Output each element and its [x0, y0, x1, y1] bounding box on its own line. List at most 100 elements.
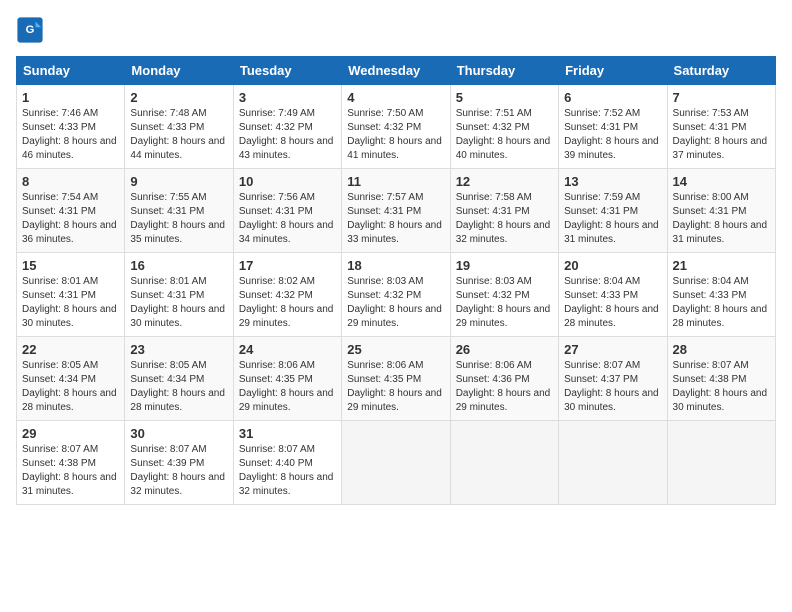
calendar-cell: 8 Sunrise: 7:54 AMSunset: 4:31 PMDayligh…: [17, 169, 125, 253]
day-info: Sunrise: 7:58 AMSunset: 4:31 PMDaylight:…: [456, 191, 553, 247]
day-number: 4: [347, 90, 444, 105]
calendar-cell: 26 Sunrise: 8:06 AMSunset: 4:36 PMDaylig…: [450, 337, 558, 421]
weekday-header-friday: Friday: [559, 57, 667, 85]
calendar-header-row: SundayMondayTuesdayWednesdayThursdayFrid…: [17, 57, 776, 85]
calendar-cell: 6 Sunrise: 7:52 AMSunset: 4:31 PMDayligh…: [559, 85, 667, 169]
day-number: 28: [673, 342, 770, 357]
calendar-cell: 23 Sunrise: 8:05 AMSunset: 4:34 PMDaylig…: [125, 337, 233, 421]
day-number: 27: [564, 342, 661, 357]
calendar-cell: 28 Sunrise: 8:07 AMSunset: 4:38 PMDaylig…: [667, 337, 775, 421]
day-number: 10: [239, 174, 336, 189]
day-info: Sunrise: 8:07 AMSunset: 4:39 PMDaylight:…: [130, 443, 227, 499]
calendar-cell: 15 Sunrise: 8:01 AMSunset: 4:31 PMDaylig…: [17, 253, 125, 337]
day-number: 29: [22, 426, 119, 441]
day-info: Sunrise: 8:04 AMSunset: 4:33 PMDaylight:…: [673, 275, 770, 331]
logo: G: [16, 16, 48, 44]
day-number: 18: [347, 258, 444, 273]
day-number: 25: [347, 342, 444, 357]
day-info: Sunrise: 8:04 AMSunset: 4:33 PMDaylight:…: [564, 275, 661, 331]
calendar-cell: 18 Sunrise: 8:03 AMSunset: 4:32 PMDaylig…: [342, 253, 450, 337]
calendar-cell: [342, 421, 450, 505]
logo-icon: G: [16, 16, 44, 44]
day-number: 9: [130, 174, 227, 189]
calendar-cell: 2 Sunrise: 7:48 AMSunset: 4:33 PMDayligh…: [125, 85, 233, 169]
day-number: 20: [564, 258, 661, 273]
day-info: Sunrise: 7:57 AMSunset: 4:31 PMDaylight:…: [347, 191, 444, 247]
day-number: 24: [239, 342, 336, 357]
day-number: 16: [130, 258, 227, 273]
day-number: 14: [673, 174, 770, 189]
day-number: 13: [564, 174, 661, 189]
day-info: Sunrise: 8:06 AMSunset: 4:35 PMDaylight:…: [239, 359, 336, 415]
day-info: Sunrise: 7:55 AMSunset: 4:31 PMDaylight:…: [130, 191, 227, 247]
day-number: 7: [673, 90, 770, 105]
calendar-week-row: 15 Sunrise: 8:01 AMSunset: 4:31 PMDaylig…: [17, 253, 776, 337]
day-info: Sunrise: 8:05 AMSunset: 4:34 PMDaylight:…: [22, 359, 119, 415]
page-header: G: [16, 16, 776, 44]
weekday-header-monday: Monday: [125, 57, 233, 85]
day-info: Sunrise: 8:03 AMSunset: 4:32 PMDaylight:…: [456, 275, 553, 331]
calendar-cell: 13 Sunrise: 7:59 AMSunset: 4:31 PMDaylig…: [559, 169, 667, 253]
calendar-cell: 1 Sunrise: 7:46 AMSunset: 4:33 PMDayligh…: [17, 85, 125, 169]
day-number: 12: [456, 174, 553, 189]
weekday-header-tuesday: Tuesday: [233, 57, 341, 85]
calendar-cell: 20 Sunrise: 8:04 AMSunset: 4:33 PMDaylig…: [559, 253, 667, 337]
calendar-cell: 25 Sunrise: 8:06 AMSunset: 4:35 PMDaylig…: [342, 337, 450, 421]
day-info: Sunrise: 7:56 AMSunset: 4:31 PMDaylight:…: [239, 191, 336, 247]
calendar-cell: 11 Sunrise: 7:57 AMSunset: 4:31 PMDaylig…: [342, 169, 450, 253]
calendar-cell: 12 Sunrise: 7:58 AMSunset: 4:31 PMDaylig…: [450, 169, 558, 253]
calendar-cell: 17 Sunrise: 8:02 AMSunset: 4:32 PMDaylig…: [233, 253, 341, 337]
day-number: 31: [239, 426, 336, 441]
day-info: Sunrise: 7:52 AMSunset: 4:31 PMDaylight:…: [564, 107, 661, 163]
day-number: 26: [456, 342, 553, 357]
day-info: Sunrise: 7:46 AMSunset: 4:33 PMDaylight:…: [22, 107, 119, 163]
day-info: Sunrise: 8:06 AMSunset: 4:36 PMDaylight:…: [456, 359, 553, 415]
weekday-header-thursday: Thursday: [450, 57, 558, 85]
calendar-cell: 5 Sunrise: 7:51 AMSunset: 4:32 PMDayligh…: [450, 85, 558, 169]
calendar-cell: 3 Sunrise: 7:49 AMSunset: 4:32 PMDayligh…: [233, 85, 341, 169]
calendar-cell: 16 Sunrise: 8:01 AMSunset: 4:31 PMDaylig…: [125, 253, 233, 337]
day-info: Sunrise: 8:02 AMSunset: 4:32 PMDaylight:…: [239, 275, 336, 331]
day-number: 23: [130, 342, 227, 357]
weekday-header-wednesday: Wednesday: [342, 57, 450, 85]
day-number: 8: [22, 174, 119, 189]
day-number: 19: [456, 258, 553, 273]
day-info: Sunrise: 8:00 AMSunset: 4:31 PMDaylight:…: [673, 191, 770, 247]
day-info: Sunrise: 7:51 AMSunset: 4:32 PMDaylight:…: [456, 107, 553, 163]
day-number: 11: [347, 174, 444, 189]
day-number: 21: [673, 258, 770, 273]
calendar-cell: [450, 421, 558, 505]
day-number: 17: [239, 258, 336, 273]
calendar-cell: 30 Sunrise: 8:07 AMSunset: 4:39 PMDaylig…: [125, 421, 233, 505]
calendar-week-row: 1 Sunrise: 7:46 AMSunset: 4:33 PMDayligh…: [17, 85, 776, 169]
day-info: Sunrise: 8:07 AMSunset: 4:38 PMDaylight:…: [673, 359, 770, 415]
day-info: Sunrise: 8:07 AMSunset: 4:40 PMDaylight:…: [239, 443, 336, 499]
calendar-week-row: 29 Sunrise: 8:07 AMSunset: 4:38 PMDaylig…: [17, 421, 776, 505]
day-info: Sunrise: 8:06 AMSunset: 4:35 PMDaylight:…: [347, 359, 444, 415]
day-number: 5: [456, 90, 553, 105]
calendar-cell: 19 Sunrise: 8:03 AMSunset: 4:32 PMDaylig…: [450, 253, 558, 337]
day-info: Sunrise: 7:59 AMSunset: 4:31 PMDaylight:…: [564, 191, 661, 247]
calendar-cell: 29 Sunrise: 8:07 AMSunset: 4:38 PMDaylig…: [17, 421, 125, 505]
day-number: 15: [22, 258, 119, 273]
day-info: Sunrise: 8:01 AMSunset: 4:31 PMDaylight:…: [130, 275, 227, 331]
day-number: 30: [130, 426, 227, 441]
calendar-cell: 4 Sunrise: 7:50 AMSunset: 4:32 PMDayligh…: [342, 85, 450, 169]
calendar-table: SundayMondayTuesdayWednesdayThursdayFrid…: [16, 56, 776, 505]
calendar-cell: 24 Sunrise: 8:06 AMSunset: 4:35 PMDaylig…: [233, 337, 341, 421]
day-number: 6: [564, 90, 661, 105]
day-info: Sunrise: 8:07 AMSunset: 4:38 PMDaylight:…: [22, 443, 119, 499]
calendar-cell: 7 Sunrise: 7:53 AMSunset: 4:31 PMDayligh…: [667, 85, 775, 169]
day-number: 1: [22, 90, 119, 105]
calendar-cell: 21 Sunrise: 8:04 AMSunset: 4:33 PMDaylig…: [667, 253, 775, 337]
day-info: Sunrise: 7:54 AMSunset: 4:31 PMDaylight:…: [22, 191, 119, 247]
day-number: 3: [239, 90, 336, 105]
day-info: Sunrise: 7:48 AMSunset: 4:33 PMDaylight:…: [130, 107, 227, 163]
day-info: Sunrise: 7:50 AMSunset: 4:32 PMDaylight:…: [347, 107, 444, 163]
day-info: Sunrise: 8:05 AMSunset: 4:34 PMDaylight:…: [130, 359, 227, 415]
weekday-header-sunday: Sunday: [17, 57, 125, 85]
calendar-week-row: 22 Sunrise: 8:05 AMSunset: 4:34 PMDaylig…: [17, 337, 776, 421]
svg-text:G: G: [26, 24, 35, 36]
calendar-cell: 22 Sunrise: 8:05 AMSunset: 4:34 PMDaylig…: [17, 337, 125, 421]
calendar-cell: 10 Sunrise: 7:56 AMSunset: 4:31 PMDaylig…: [233, 169, 341, 253]
